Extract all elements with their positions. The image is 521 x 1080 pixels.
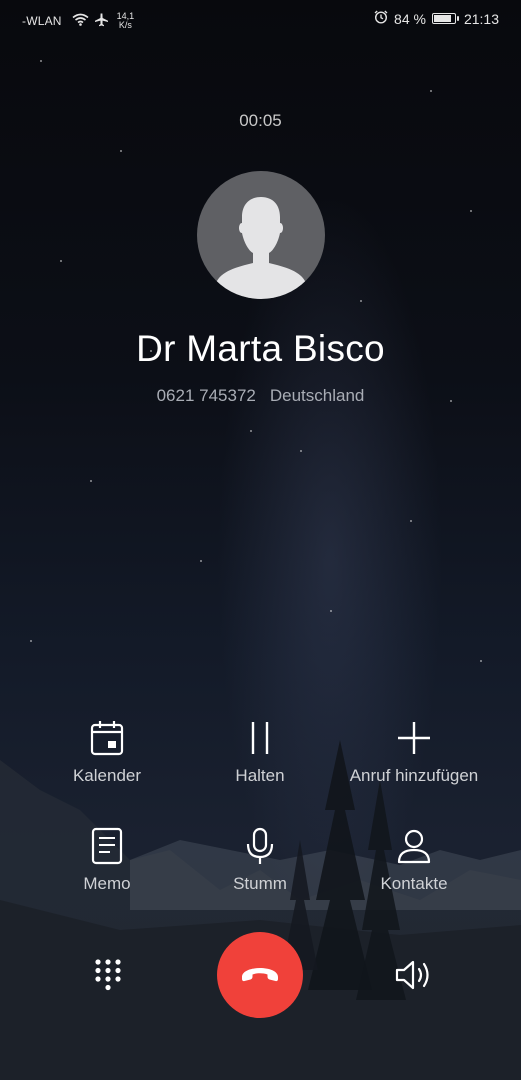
clock: 21:13 <box>463 10 499 27</box>
pause-icon <box>173 718 347 758</box>
battery-percent: 84 % <box>394 10 426 27</box>
caller-info: 0621 745372 Deutschland <box>0 386 521 406</box>
speed-unit: K/s <box>118 20 132 30</box>
calendar-label: Kalender <box>72 766 142 785</box>
caller-location: Deutschland <box>269 386 365 405</box>
plus-icon <box>327 718 501 758</box>
end-call-button[interactable] <box>217 932 303 1018</box>
memo-label: Memo <box>83 874 131 893</box>
memo-icon <box>20 826 194 866</box>
memo-button[interactable]: Memo <box>20 826 194 894</box>
contact-icon <box>327 826 501 866</box>
hold-label: Halten <box>235 766 285 785</box>
caller-avatar <box>197 171 325 299</box>
dialpad-button[interactable] <box>80 950 136 1000</box>
airplane-icon <box>94 13 109 30</box>
speaker-button[interactable] <box>386 950 442 1000</box>
call-timer: 00:05 <box>239 111 282 130</box>
hangup-icon <box>242 968 278 982</box>
wifi-icon <box>72 13 89 29</box>
star-background <box>0 0 521 1080</box>
network-label: -WLAN <box>22 14 62 28</box>
add-call-button[interactable]: Anruf hinzufügen <box>327 718 501 786</box>
contacts-label: Kontakte <box>380 874 448 893</box>
mute-label: Stumm <box>233 874 287 893</box>
person-silhouette-icon <box>216 197 306 299</box>
caller-number: 0621 745372 <box>156 386 256 405</box>
alarm-icon <box>374 10 388 27</box>
dialpad-icon <box>95 959 121 991</box>
calendar-button[interactable]: Kalender <box>20 718 194 786</box>
calendar-icon <box>20 718 194 758</box>
caller-name: Dr Marta Bisco <box>136 328 385 369</box>
add-call-label: Anruf hinzufügen <box>349 766 479 785</box>
hold-button[interactable]: Halten <box>173 718 347 786</box>
network-speed: 14,1 K/s <box>117 12 135 30</box>
contacts-button[interactable]: Kontakte <box>327 826 501 894</box>
battery-level <box>433 15 451 22</box>
battery-icon <box>431 13 459 24</box>
mute-button[interactable]: Stumm <box>173 826 347 894</box>
speaker-icon <box>395 960 429 990</box>
status-bar: -WLAN 14,1 K/s 84 % 21:13 <box>0 0 521 38</box>
microphone-icon <box>173 826 347 866</box>
